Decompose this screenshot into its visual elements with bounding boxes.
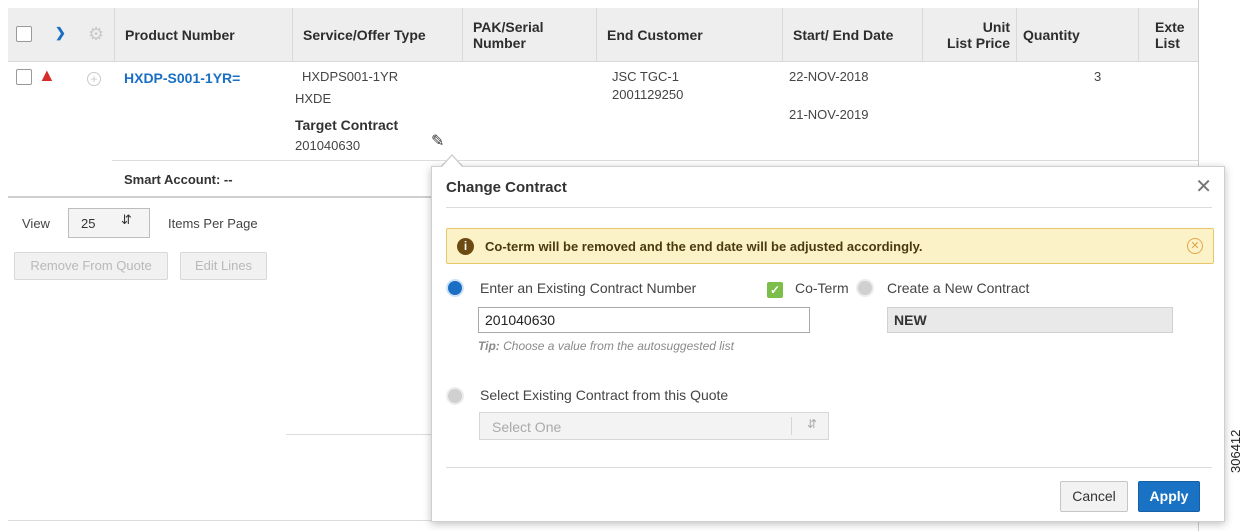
col-unit-list-price-line2: List Price (946, 35, 1010, 51)
tip-prefix: Tip: (478, 339, 500, 353)
option-new-contract-label: Create a New Contract (887, 280, 1030, 296)
popover-caret-fill (441, 156, 463, 168)
col-unit-list-price[interactable]: Unit List Price (922, 8, 1016, 62)
row-divider (112, 160, 1198, 161)
option-select-from-quote-label: Select Existing Contract from this Quote (480, 387, 729, 403)
dialog-header-divider (446, 207, 1212, 208)
col-service-offer-type[interactable]: Service/Offer Type (292, 8, 462, 62)
col-extended-list-label: Exte List (1139, 19, 1185, 51)
start-date: 22-NOV-2018 (789, 69, 869, 84)
target-contract-label: Target Contract (295, 117, 399, 133)
edit-lines-button[interactable]: Edit Lines (180, 252, 267, 280)
page-size-value: 25 (81, 216, 96, 231)
col-product-number[interactable]: Product Number (114, 8, 292, 62)
close-icon[interactable]: ✕ (1195, 174, 1212, 199)
col-extended-list-line1: Exte (1155, 19, 1185, 35)
product-number-link[interactable]: HXDP-S001-1YR= (124, 70, 240, 86)
alert-close-icon[interactable]: ✕ (1187, 238, 1203, 254)
info-icon: i (457, 238, 474, 255)
col-quantity[interactable]: Quantity (1016, 8, 1138, 62)
table-header: ❯ ⚙ Product Number Service/Offer Type PA… (8, 8, 1198, 62)
contract-number-input[interactable] (478, 307, 810, 333)
service-offer-type: HXDPS001-1YR (302, 69, 399, 84)
remove-from-quote-button[interactable]: Remove From Quote (14, 252, 168, 280)
col-service-offer-type-label: Service/Offer Type (303, 27, 426, 43)
edit-pencil-icon[interactable]: ✎ (431, 131, 444, 151)
col-product-number-label: Product Number (125, 27, 235, 43)
items-per-page-label: Items Per Page (168, 216, 258, 231)
col-pak-serial-line1: PAK/Serial (473, 19, 544, 35)
coterm-label: Co-Term (795, 280, 849, 296)
col-extended-list[interactable]: Exte List (1138, 8, 1198, 62)
select-arrows-icon: ⇵ (807, 417, 818, 431)
chevron-down-icon[interactable]: ❯ (55, 25, 66, 41)
coterm-checkbox[interactable]: ✓ (767, 282, 783, 298)
faint-divider (286, 434, 432, 435)
select-separator (791, 417, 792, 435)
cancel-button[interactable]: Cancel (1060, 481, 1128, 512)
row-checkbox[interactable] (16, 69, 32, 85)
expand-plus-icon[interactable]: + (87, 72, 101, 86)
col-pak-serial[interactable]: PAK/Serial Number (462, 8, 596, 62)
end-customer-name: JSC TGC-1 (612, 69, 679, 84)
col-pak-serial-line2: Number (473, 35, 526, 51)
apply-button[interactable]: Apply (1138, 481, 1200, 512)
col-extended-list-line2: List (1155, 35, 1180, 51)
col-unit-list-price-label: Unit List Price (923, 19, 1016, 51)
change-contract-dialog: Change Contract ✕ i Co-term will be remo… (431, 166, 1225, 522)
option-existing-contract-label: Enter an Existing Contract Number (480, 280, 697, 296)
warning-icon: ▲ (38, 65, 56, 85)
select-placeholder: Select One (492, 419, 562, 435)
alert-message: Co-term will be removed and the end date… (485, 239, 923, 254)
page-size-select[interactable]: 25 ⇵ (68, 208, 150, 238)
radio-select-from-quote[interactable] (448, 389, 462, 403)
quantity-value: 3 (1094, 69, 1102, 84)
col-end-customer-label: End Customer (607, 27, 703, 43)
dialog-title: Change Contract (446, 179, 567, 196)
coterm-alert: i Co-term will be removed and the end da… (446, 228, 1214, 264)
tip-text: Choose a value from the autosuggested li… (499, 339, 734, 353)
target-contract-value: 201040630 (295, 138, 361, 153)
figure-id: 306412 (1228, 429, 1243, 473)
bottom-divider (8, 520, 432, 521)
service-level: HXDE (295, 91, 332, 106)
autosuggest-tip: Tip: Choose a value from the autosuggest… (478, 339, 734, 353)
col-start-end-date-label: Start/ End Date (793, 27, 894, 43)
smart-account: Smart Account: -- (124, 172, 233, 187)
new-contract-field: NEW (887, 307, 1173, 333)
col-end-customer[interactable]: End Customer (596, 8, 782, 62)
col-start-end-date[interactable]: Start/ End Date (782, 8, 922, 62)
radio-existing-contract[interactable] (448, 281, 462, 295)
col-unit-list-price-line1: Unit (982, 19, 1010, 35)
settings-icon: ⚙ (88, 24, 105, 44)
select-arrows-icon: ⇵ (121, 212, 132, 227)
select-all-checkbox[interactable] (16, 26, 32, 42)
end-date: 21-NOV-2019 (789, 107, 869, 122)
radio-new-contract[interactable] (858, 281, 872, 295)
quote-lines-screen: ❯ ⚙ Product Number Service/Offer Type PA… (0, 0, 1257, 531)
end-customer-id: 2001129250 (612, 87, 684, 102)
col-quantity-label: Quantity (1023, 27, 1080, 43)
col-pak-serial-label: PAK/Serial Number (463, 19, 544, 51)
view-label: View (22, 216, 50, 231)
contract-select-dropdown[interactable]: Select One ⇵ (479, 412, 829, 440)
dialog-footer-divider (446, 467, 1212, 468)
